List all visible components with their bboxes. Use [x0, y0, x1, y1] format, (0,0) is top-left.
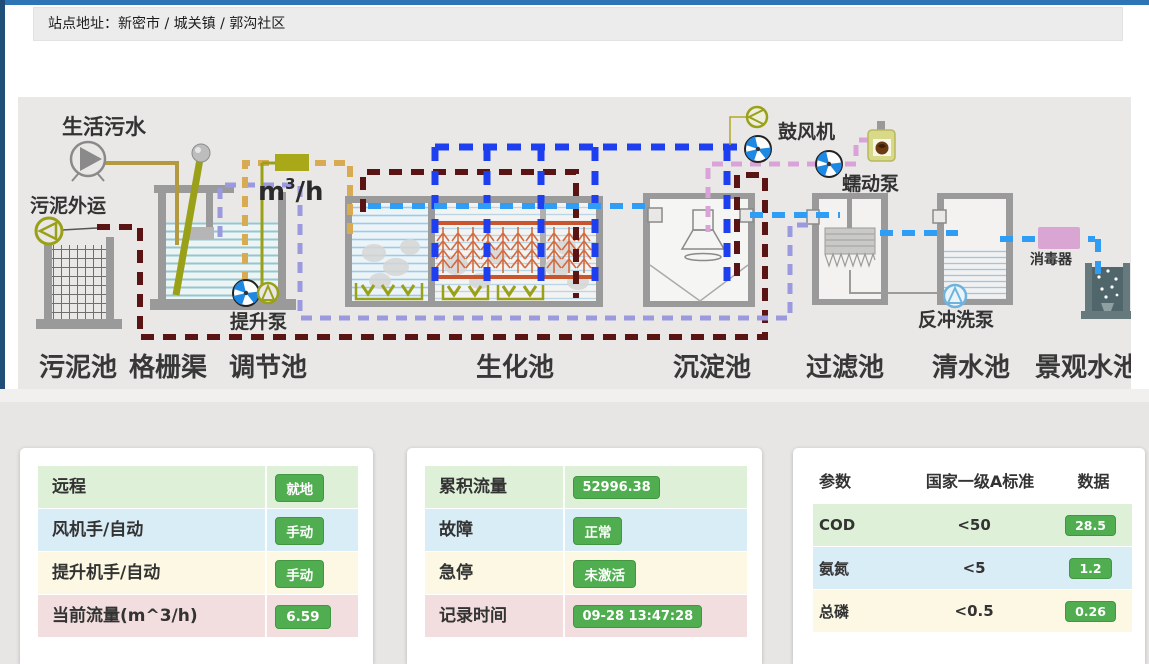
tank-label-landscape: 景观水池 — [1035, 353, 1131, 383]
tank-label-sludge: 污泥池 — [39, 353, 117, 383]
sludge-out-valve-icon — [36, 218, 62, 244]
disinfector-label: 消毒器 — [1030, 251, 1073, 268]
water-quality-panel: 参数 国家一级A标准 数据 COD <50 28.5 氨氮 <5 1.2 总磷 … — [793, 448, 1145, 664]
quality-header-standard: 国家一级A标准 — [905, 468, 1055, 492]
row-label: 累积流量 — [425, 466, 563, 508]
param-standard: <0.5 — [899, 602, 1049, 620]
timestamp-badge[interactable]: 09-28 13:47:28 — [573, 605, 702, 628]
quality-row-nh3n: 氨氮 <5 1.2 — [813, 547, 1132, 589]
flow-meter — [275, 154, 309, 171]
param-name: COD — [813, 516, 899, 534]
site-address-bar: 站点地址：新密市 / 城关镇 / 郭沟社区 — [33, 7, 1123, 41]
blower-valve-icon — [747, 107, 767, 127]
inflow-label: 生活污水 — [62, 115, 147, 139]
param-standard: <50 — [899, 516, 1049, 534]
process-flow-svg: 生活污水 污泥外运 m3/h 提升泵 鼓风机 蠕动泵 消毒器 反冲洗泵 污泥池 … — [18, 97, 1131, 389]
row-label: 风机手/自动 — [38, 509, 265, 551]
status-row-record-time: 记录时间 09-28 13:47:28 — [425, 595, 747, 637]
lift-pump-icon — [233, 280, 278, 306]
peristaltic-pump-label: 蠕动泵 — [842, 173, 899, 195]
quality-header-data: 数据 — [1055, 468, 1132, 492]
lift-pump-label: 提升泵 — [230, 310, 287, 333]
row-label: 当前流量(m^3/h) — [38, 595, 265, 637]
process-flow-diagram: 生活污水 污泥外运 m3/h 提升泵 鼓风机 蠕动泵 消毒器 反冲洗泵 污泥池 … — [18, 97, 1131, 389]
control-row-fan-mode: 风机手/自动 手动 — [38, 509, 358, 551]
row-label: 故障 — [425, 509, 563, 551]
tank-label-clearwater: 清水池 — [932, 353, 1010, 383]
value-badge[interactable]: 52996.38 — [573, 476, 659, 499]
value-badge[interactable]: 1.2 — [1069, 558, 1111, 579]
clear-water-tank — [933, 193, 1013, 307]
status-badge[interactable]: 就地 — [275, 474, 324, 502]
status-row-total-flow: 累积流量 52996.38 — [425, 466, 747, 508]
param-standard: <5 — [899, 559, 1049, 577]
disinfector — [1038, 227, 1080, 249]
status-badge[interactable]: 未激活 — [573, 560, 636, 588]
quality-row-cod: COD <50 28.5 — [813, 504, 1132, 546]
row-label: 远程 — [38, 466, 265, 508]
bio-tank — [345, 196, 603, 307]
quality-header-row: 参数 国家一级A标准 数据 — [793, 448, 1145, 500]
sludge-out-label: 污泥外运 — [30, 194, 106, 217]
filter-tank — [807, 193, 948, 305]
value-badge[interactable]: 6.59 — [275, 605, 330, 629]
control-row-lift-mode: 提升机手/自动 手动 — [38, 552, 358, 594]
status-row-estop: 急停 未激活 — [425, 552, 747, 594]
row-label: 记录时间 — [425, 595, 563, 637]
tank-label-grid: 格栅渠 — [129, 352, 207, 383]
status-badge[interactable]: 手动 — [275, 517, 324, 545]
status-row-fault: 故障 正常 — [425, 509, 747, 551]
value-badge[interactable]: 28.5 — [1065, 515, 1116, 536]
blower-fan2-icon — [816, 151, 845, 177]
blower-fan-icon — [745, 136, 774, 162]
quality-row-tp: 总磷 <0.5 0.26 — [813, 590, 1132, 632]
backwash-pump-label: 反冲洗泵 — [918, 308, 994, 331]
top-accent-bar — [0, 0, 1149, 5]
status-panel: 累积流量 52996.38 故障 正常 急停 未激活 记录时间 09-28 13… — [407, 448, 762, 664]
peristaltic-pump-icon — [868, 121, 895, 161]
control-row-current-flow: 当前流量(m^3/h) 6.59 — [38, 595, 358, 637]
value-badge[interactable]: 0.26 — [1065, 601, 1116, 622]
section-divider — [0, 389, 1149, 402]
backwash-pump-icon — [944, 285, 966, 307]
control-panel: 远程 就地 风机手/自动 手动 提升机手/自动 手动 当前流量(m^3/h) 6… — [20, 448, 373, 664]
blower-label: 鼓风机 — [778, 120, 835, 143]
landscape-pool — [1081, 263, 1131, 319]
row-label: 提升机手/自动 — [38, 552, 265, 594]
inflow-pump-icon — [71, 142, 105, 181]
tank-label-regulating: 调节池 — [229, 353, 307, 383]
tank-labels: 污泥池 格栅渠 调节池 生化池 沉淀池 过滤池 清水池 景观水池 — [39, 352, 1131, 383]
tank-label-bio: 生化池 — [476, 353, 554, 383]
flow-unit-label: m3/h — [258, 175, 324, 207]
tank-label-sedimentation: 沉淀池 — [673, 352, 751, 383]
screen-ball — [192, 144, 210, 162]
param-name: 总磷 — [813, 601, 899, 622]
sludge-tank — [36, 237, 122, 329]
param-name: 氨氮 — [813, 558, 899, 579]
status-badge[interactable]: 正常 — [573, 517, 622, 545]
status-badge[interactable]: 手动 — [275, 560, 324, 588]
tank-label-filter: 过滤池 — [806, 353, 884, 383]
quality-header-param: 参数 — [813, 468, 905, 492]
row-label: 急停 — [425, 552, 563, 594]
site-address-text: 站点地址：新密市 / 城关镇 / 郭沟社区 — [48, 16, 285, 32]
control-row-remote: 远程 就地 — [38, 466, 358, 508]
